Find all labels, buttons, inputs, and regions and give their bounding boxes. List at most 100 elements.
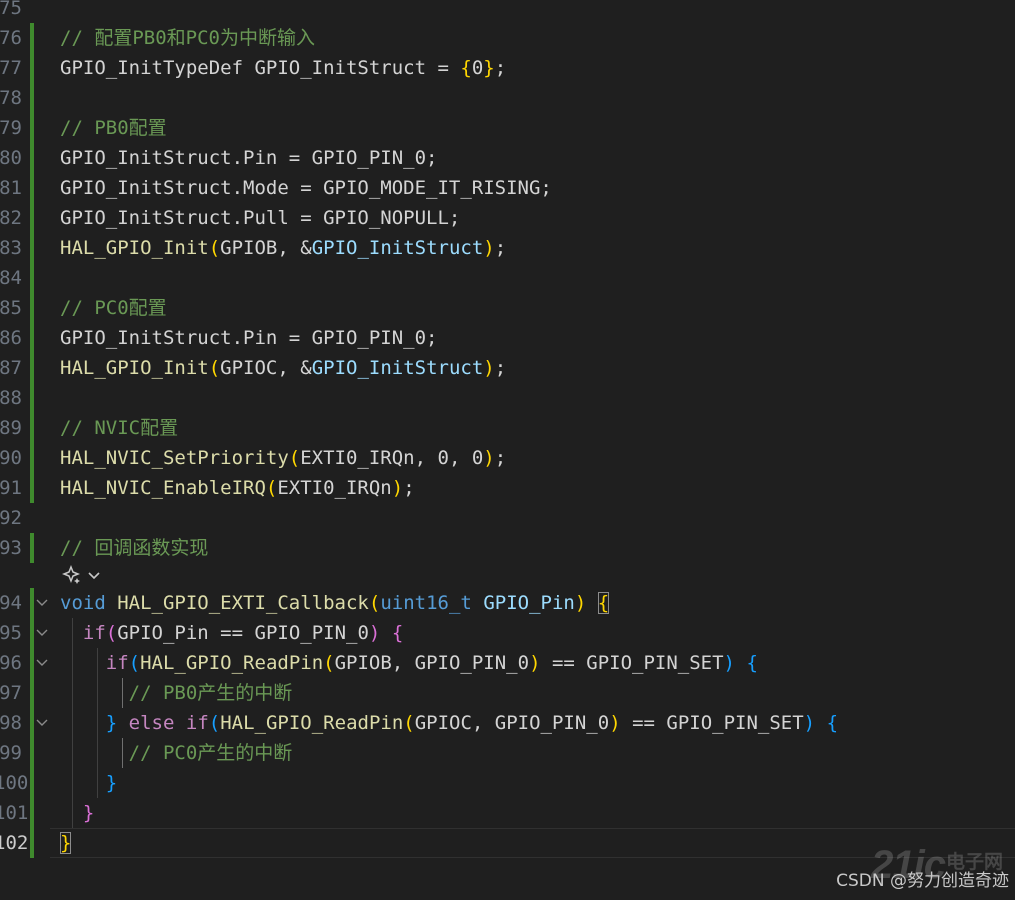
chevron-down-icon[interactable]	[86, 567, 102, 583]
git-added-indicator[interactable]	[30, 678, 34, 708]
watermark-text: CSDN @努力创造奇迹	[836, 871, 1009, 891]
code-text[interactable]: HAL_NVIC_SetPriority(EXTI0_IRQn, 0, 0);	[60, 443, 506, 473]
code-line[interactable]: 102}	[0, 828, 1015, 858]
code-text[interactable]: // PC0产生的中断	[60, 738, 293, 768]
git-added-indicator[interactable]	[30, 443, 34, 473]
code-text[interactable]: void HAL_GPIO_EXTI_Callback(uint16_t GPI…	[60, 588, 610, 618]
git-added-indicator[interactable]	[30, 413, 34, 443]
code-text[interactable]: }	[60, 828, 72, 858]
line-number: 88	[0, 387, 22, 409]
git-added-indicator[interactable]	[30, 648, 34, 678]
code-text[interactable]: if(GPIO_Pin == GPIO_PIN_0) {	[60, 618, 403, 648]
code-text[interactable]: GPIO_InitStruct.Mode = GPIO_MODE_IT_RISI…	[60, 173, 552, 203]
code-line[interactable]: 81 GPIO_InitStruct.Mode = GPIO_MODE_IT_RI…	[0, 173, 1015, 203]
code-line[interactable]: 75	[0, 0, 1015, 23]
code-line[interactable]: 88	[0, 383, 1015, 413]
git-added-indicator[interactable]	[30, 143, 34, 173]
code-line[interactable]: 85 // PC0配置	[0, 293, 1015, 323]
git-added-indicator[interactable]	[30, 173, 34, 203]
code-editor[interactable]: 75 76 // 配置PB0和PC0为中断输入 77 GPIO_InitTypeDef …	[0, 0, 1015, 900]
code-line[interactable]: 101 }	[0, 798, 1015, 828]
code-line[interactable]: 78	[0, 83, 1015, 113]
code-text[interactable]: // PB0配置	[60, 113, 167, 143]
code-text[interactable]: }	[60, 768, 117, 798]
code-text[interactable]: // NVIC配置	[60, 413, 178, 443]
code-line[interactable]: 100 }	[0, 768, 1015, 798]
git-added-indicator[interactable]	[30, 473, 34, 503]
code-line[interactable]: 82 GPIO_InitStruct.Pull = GPIO_NOPULL;	[0, 203, 1015, 233]
code-text[interactable]: HAL_GPIO_Init(GPIOB, &GPIO_InitStruct);	[60, 233, 506, 263]
code-token: {	[746, 652, 758, 674]
code-line[interactable]: 95 if(GPIO_Pin == GPIO_PIN_0) {	[0, 618, 1015, 648]
codelens[interactable]	[60, 562, 102, 588]
git-added-indicator[interactable]	[30, 113, 34, 143]
code-line[interactable]: 77 GPIO_InitTypeDef GPIO_InitStruct = {0}…	[0, 53, 1015, 83]
code-text[interactable]: }	[60, 798, 94, 828]
git-added-indicator[interactable]	[30, 323, 34, 353]
code-text[interactable]: // 配置PB0和PC0为中断输入	[60, 23, 315, 53]
git-added-indicator[interactable]	[30, 708, 34, 738]
code-token: HAL_GPIO_EXTI_Callback	[117, 592, 369, 614]
git-added-indicator[interactable]	[30, 798, 34, 828]
code-text[interactable]: GPIO_InitStruct.Pin = GPIO_PIN_0;	[60, 143, 438, 173]
code-line[interactable]: 83 HAL_GPIO_Init(GPIOB, &GPIO_InitStruct)…	[0, 233, 1015, 263]
code-line[interactable]: 99 // PC0产生的中断	[0, 738, 1015, 768]
code-text[interactable]: } else if(HAL_GPIO_ReadPin(GPIOC, GPIO_P…	[60, 708, 838, 738]
code-line[interactable]: 93 // 回调函数实现	[0, 533, 1015, 563]
git-added-indicator[interactable]	[30, 293, 34, 323]
code-line[interactable]: 84	[0, 263, 1015, 293]
code-line[interactable]: 80 GPIO_InitStruct.Pin = GPIO_PIN_0;	[0, 143, 1015, 173]
code-token: GPIO_InitStruct	[311, 357, 484, 379]
code-token: (	[403, 712, 415, 734]
code-line[interactable]: 87 HAL_GPIO_Init(GPIOC, &GPIO_InitStruct)…	[0, 353, 1015, 383]
code-line[interactable]: 97 // PB0产生的中断	[0, 678, 1015, 708]
git-added-indicator[interactable]	[30, 533, 34, 563]
git-added-indicator[interactable]	[30, 618, 34, 648]
code-token: (	[265, 477, 278, 499]
code-token: ;	[403, 477, 415, 499]
code-line[interactable]: 86 GPIO_InitStruct.Pin = GPIO_PIN_0;	[0, 323, 1015, 353]
code-text[interactable]: // PB0产生的中断	[60, 678, 293, 708]
code-line[interactable]: 94 void HAL_GPIO_EXTI_Callback(uint16_t G…	[0, 588, 1015, 618]
git-added-indicator[interactable]	[30, 53, 34, 83]
fold-chevron-icon[interactable]	[35, 655, 49, 669]
git-added-indicator[interactable]	[30, 828, 34, 858]
git-added-indicator[interactable]	[30, 203, 34, 233]
code-text[interactable]: if(HAL_GPIO_ReadPin(GPIOB, GPIO_PIN_0) =…	[60, 648, 758, 678]
code-text[interactable]: HAL_NVIC_EnableIRQ(EXTI0_IRQn);	[60, 473, 415, 503]
code-text[interactable]: // PC0配置	[60, 293, 167, 323]
code-line[interactable]: 92	[0, 503, 1015, 533]
code-text[interactable]: // 回调函数实现	[60, 533, 208, 563]
code-line[interactable]: 79 // PB0配置	[0, 113, 1015, 143]
code-line[interactable]: 76 // 配置PB0和PC0为中断输入	[0, 23, 1015, 53]
git-added-indicator[interactable]	[30, 588, 34, 618]
code-text[interactable]: GPIO_InitTypeDef GPIO_InitStruct = {0};	[60, 53, 506, 83]
fold-chevron-icon[interactable]	[35, 595, 49, 609]
git-added-indicator[interactable]	[30, 738, 34, 768]
git-added-indicator[interactable]	[30, 263, 34, 293]
git-added-indicator[interactable]	[30, 383, 34, 413]
git-added-indicator[interactable]	[30, 23, 34, 53]
code-token: else	[128, 712, 175, 734]
fold-chevron-icon[interactable]	[35, 715, 49, 729]
code-line[interactable]: 89 // NVIC配置	[0, 413, 1015, 443]
code-text[interactable]: HAL_GPIO_Init(GPIOC, &GPIO_InitStruct);	[60, 353, 506, 383]
git-added-indicator[interactable]	[30, 353, 34, 383]
copilot-sparkle-icon[interactable]	[60, 565, 82, 585]
git-added-indicator[interactable]	[30, 83, 34, 113]
code-line[interactable]: 96 if(HAL_GPIO_ReadPin(GPIOB, GPIO_PIN_0…	[0, 648, 1015, 678]
code-line[interactable]: 98 } else if(HAL_GPIO_ReadPin(GPIOC, GPI…	[0, 708, 1015, 738]
code-text[interactable]: GPIO_InitStruct.Pin = GPIO_PIN_0;	[60, 323, 438, 353]
code-line[interactable]: 90 HAL_NVIC_SetPriority(EXTI0_IRQn, 0, 0)…	[0, 443, 1015, 473]
git-added-indicator[interactable]	[30, 233, 34, 263]
code-line[interactable]: 91 HAL_NVIC_EnableIRQ(EXTI0_IRQn);	[0, 473, 1015, 503]
fold-chevron-icon[interactable]	[35, 625, 49, 639]
code-token: // PB0产生的中断	[128, 682, 293, 704]
git-added-indicator[interactable]	[30, 768, 34, 798]
code-text[interactable]: GPIO_InitStruct.Pull = GPIO_NOPULL;	[60, 203, 460, 233]
